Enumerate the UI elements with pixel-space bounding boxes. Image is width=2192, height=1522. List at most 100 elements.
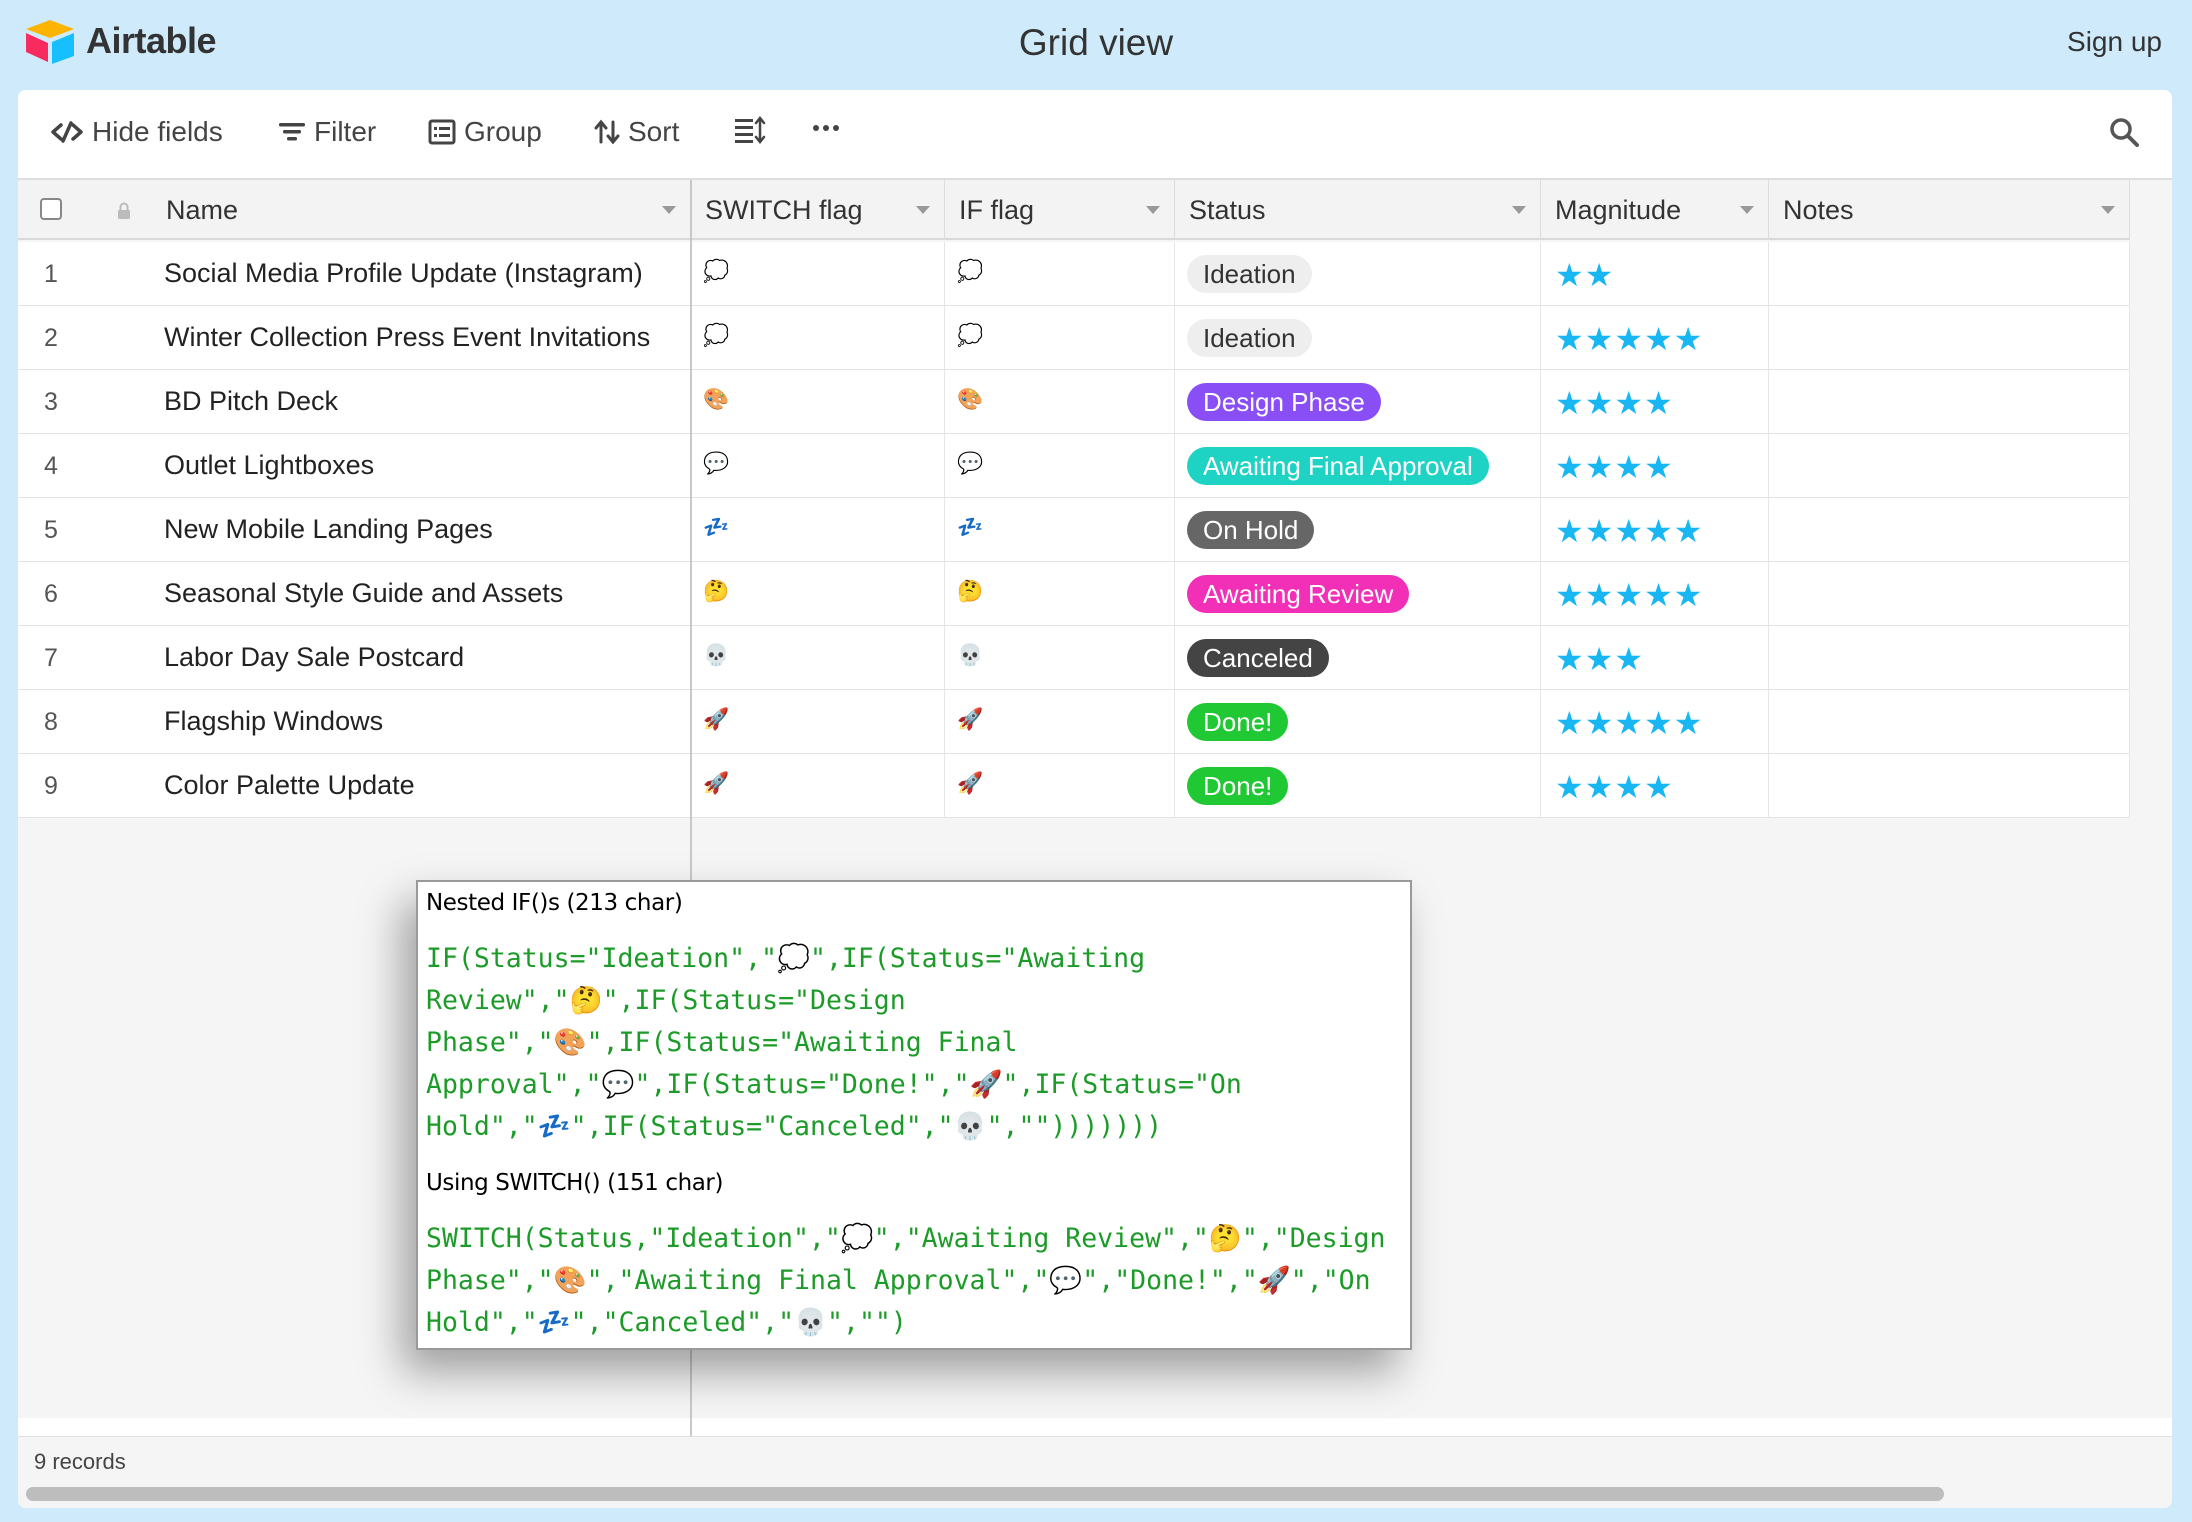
select-all-checkbox[interactable] xyxy=(40,198,62,220)
column-menu-caret-icon[interactable] xyxy=(916,206,930,214)
if-flag-cell[interactable]: 💭 xyxy=(945,242,1175,306)
filter-button[interactable]: Filter xyxy=(278,116,376,148)
name-cell[interactable]: 8 Flagship Windows xyxy=(18,690,691,754)
column-label: Magnitude xyxy=(1555,195,1682,225)
column-header-notes[interactable]: Notes xyxy=(1769,180,2130,240)
switch-flag-cell[interactable]: 🚀 xyxy=(691,690,945,754)
magnitude-cell[interactable]: ★★ xyxy=(1541,242,1769,306)
column-menu-caret-icon[interactable] xyxy=(1512,206,1526,214)
name-cell[interactable]: 7 Labor Day Sale Postcard xyxy=(18,626,691,690)
switch-flag-emoji: 💬 xyxy=(703,452,730,475)
column-label: SWITCH flag xyxy=(705,195,863,225)
table-row[interactable]: 4 Outlet Lightboxes 💬 💬 Awaiting Final Appro… xyxy=(18,434,2130,498)
magnitude-cell[interactable]: ★★★★★ xyxy=(1541,562,1769,626)
notes-cell[interactable] xyxy=(1769,498,2130,562)
if-flag-cell[interactable]: 🎨 xyxy=(945,370,1175,434)
table-row[interactable]: 2 Winter Collection Press Event Invitatio… xyxy=(18,306,2130,370)
status-cell[interactable]: Awaiting Review xyxy=(1175,562,1541,626)
switch-flag-cell[interactable]: 💤 xyxy=(691,498,945,562)
magnitude-cell[interactable]: ★★★★★ xyxy=(1541,306,1769,370)
name-cell[interactable]: 9 Color Palette Update xyxy=(18,754,691,818)
row-height-button[interactable] xyxy=(734,116,766,144)
group-button[interactable]: Group xyxy=(428,116,542,148)
sort-button[interactable]: Sort xyxy=(594,116,679,148)
status-cell[interactable]: Design Phase xyxy=(1175,370,1541,434)
row-height-icon xyxy=(735,116,766,144)
table-row[interactable]: 6 Seasonal Style Guide and Assets 🤔 🤔 Awaiti… xyxy=(18,562,2130,626)
switch-flag-cell[interactable]: 💬 xyxy=(691,434,945,498)
magnitude-cell[interactable]: ★★★ xyxy=(1541,626,1769,690)
table-row[interactable]: 1 Social Media Profile Update (Instagram)… xyxy=(18,242,2130,306)
column-menu-caret-icon[interactable] xyxy=(2101,206,2115,214)
status-cell[interactable]: Ideation xyxy=(1175,242,1541,306)
table-row[interactable]: 7 Labor Day Sale Postcard 💀 💀 Canceled ★★★ xyxy=(18,626,2130,690)
table-row[interactable]: 3 BD Pitch Deck 🎨 🎨 Design Phase ★★★★ xyxy=(18,370,2130,434)
more-icon xyxy=(813,125,839,131)
search-button[interactable] xyxy=(2108,116,2140,153)
record-name: Social Media Profile Update (Instagram) xyxy=(164,258,643,288)
notes-cell[interactable] xyxy=(1769,242,2130,306)
if-flag-cell[interactable]: 🚀 xyxy=(945,754,1175,818)
if-flag-cell[interactable]: 💬 xyxy=(945,434,1175,498)
status-cell[interactable]: Canceled xyxy=(1175,626,1541,690)
switch-flag-cell[interactable]: 🎨 xyxy=(691,370,945,434)
magnitude-cell[interactable]: ★★★★★ xyxy=(1541,690,1769,754)
table-row[interactable]: 8 Flagship Windows 🚀 🚀 Done! ★★★★★ xyxy=(18,690,2130,754)
status-cell[interactable]: On Hold xyxy=(1175,498,1541,562)
name-cell[interactable]: 1 Social Media Profile Update (Instagram) xyxy=(18,242,691,306)
status-cell[interactable]: Done! xyxy=(1175,754,1541,818)
if-flag-cell[interactable]: 🤔 xyxy=(945,562,1175,626)
switch-flag-cell[interactable]: 💭 xyxy=(691,306,945,370)
switch-title: Using SWITCH() (151 char) xyxy=(426,1170,724,1196)
status-cell[interactable]: Ideation xyxy=(1175,306,1541,370)
name-cell[interactable]: 3 BD Pitch Deck xyxy=(18,370,691,434)
switch-flag-emoji: 💭 xyxy=(703,260,730,283)
magnitude-cell[interactable]: ★★★★ xyxy=(1541,370,1769,434)
switch-flag-emoji: 🚀 xyxy=(703,708,730,731)
sign-up-link[interactable]: Sign up xyxy=(2067,26,2162,58)
if-flag-cell[interactable]: 🚀 xyxy=(945,690,1175,754)
column-header-switch-flag[interactable]: SWITCH flag xyxy=(691,180,945,240)
notes-cell[interactable] xyxy=(1769,306,2130,370)
magnitude-cell[interactable]: ★★★★ xyxy=(1541,434,1769,498)
switch-flag-cell[interactable]: 🤔 xyxy=(691,562,945,626)
column-header-name[interactable]: Name xyxy=(18,180,691,240)
if-flag-cell[interactable]: 💭 xyxy=(945,306,1175,370)
magnitude-cell[interactable]: ★★★★★ xyxy=(1541,498,1769,562)
magnitude-stars-icon: ★★★★★ xyxy=(1555,513,1704,549)
table-row[interactable]: 5 New Mobile Landing Pages 💤 💤 On Hold ★★★★★ xyxy=(18,498,2130,562)
notes-cell[interactable] xyxy=(1769,690,2130,754)
horizontal-scrollbar[interactable] xyxy=(26,1487,1944,1501)
notes-cell[interactable] xyxy=(1769,626,2130,690)
more-options-button[interactable] xyxy=(812,116,840,140)
name-cell[interactable]: 6 Seasonal Style Guide and Assets xyxy=(18,562,691,626)
column-menu-caret-icon[interactable] xyxy=(1740,206,1754,214)
column-header-magnitude[interactable]: Magnitude xyxy=(1541,180,1769,240)
switch-flag-cell[interactable]: 🚀 xyxy=(691,754,945,818)
record-count: 9 records xyxy=(34,1449,126,1474)
notes-cell[interactable] xyxy=(1769,434,2130,498)
switch-flag-cell[interactable]: 💀 xyxy=(691,626,945,690)
status-cell[interactable]: Awaiting Final Approval xyxy=(1175,434,1541,498)
table-row[interactable]: 9 Color Palette Update 🚀 🚀 Done! ★★★★ xyxy=(18,754,2130,818)
if-flag-emoji: 💭 xyxy=(957,260,984,283)
switch-flag-cell[interactable]: 💭 xyxy=(691,242,945,306)
switch-flag-emoji: 💭 xyxy=(703,324,730,347)
column-header-status[interactable]: Status xyxy=(1175,180,1541,240)
status-cell[interactable]: Done! xyxy=(1175,690,1541,754)
name-cell[interactable]: 5 New Mobile Landing Pages xyxy=(18,498,691,562)
column-header-if-flag[interactable]: IF flag xyxy=(945,180,1175,240)
notes-cell[interactable] xyxy=(1769,370,2130,434)
notes-cell[interactable] xyxy=(1769,754,2130,818)
hide-fields-button[interactable]: Hide fields xyxy=(50,116,223,148)
name-cell[interactable]: 2 Winter Collection Press Event Invitatio… xyxy=(18,306,691,370)
name-cell[interactable]: 4 Outlet Lightboxes xyxy=(18,434,691,498)
magnitude-stars-icon: ★★★★ xyxy=(1555,385,1674,421)
column-menu-caret-icon[interactable] xyxy=(662,206,676,214)
if-flag-cell[interactable]: 💀 xyxy=(945,626,1175,690)
magnitude-cell[interactable]: ★★★★ xyxy=(1541,754,1769,818)
column-menu-caret-icon[interactable] xyxy=(1146,206,1160,214)
notes-cell[interactable] xyxy=(1769,562,2130,626)
if-flag-cell[interactable]: 💤 xyxy=(945,498,1175,562)
nested-if-title: Nested IF()s (213 char) xyxy=(426,890,683,916)
